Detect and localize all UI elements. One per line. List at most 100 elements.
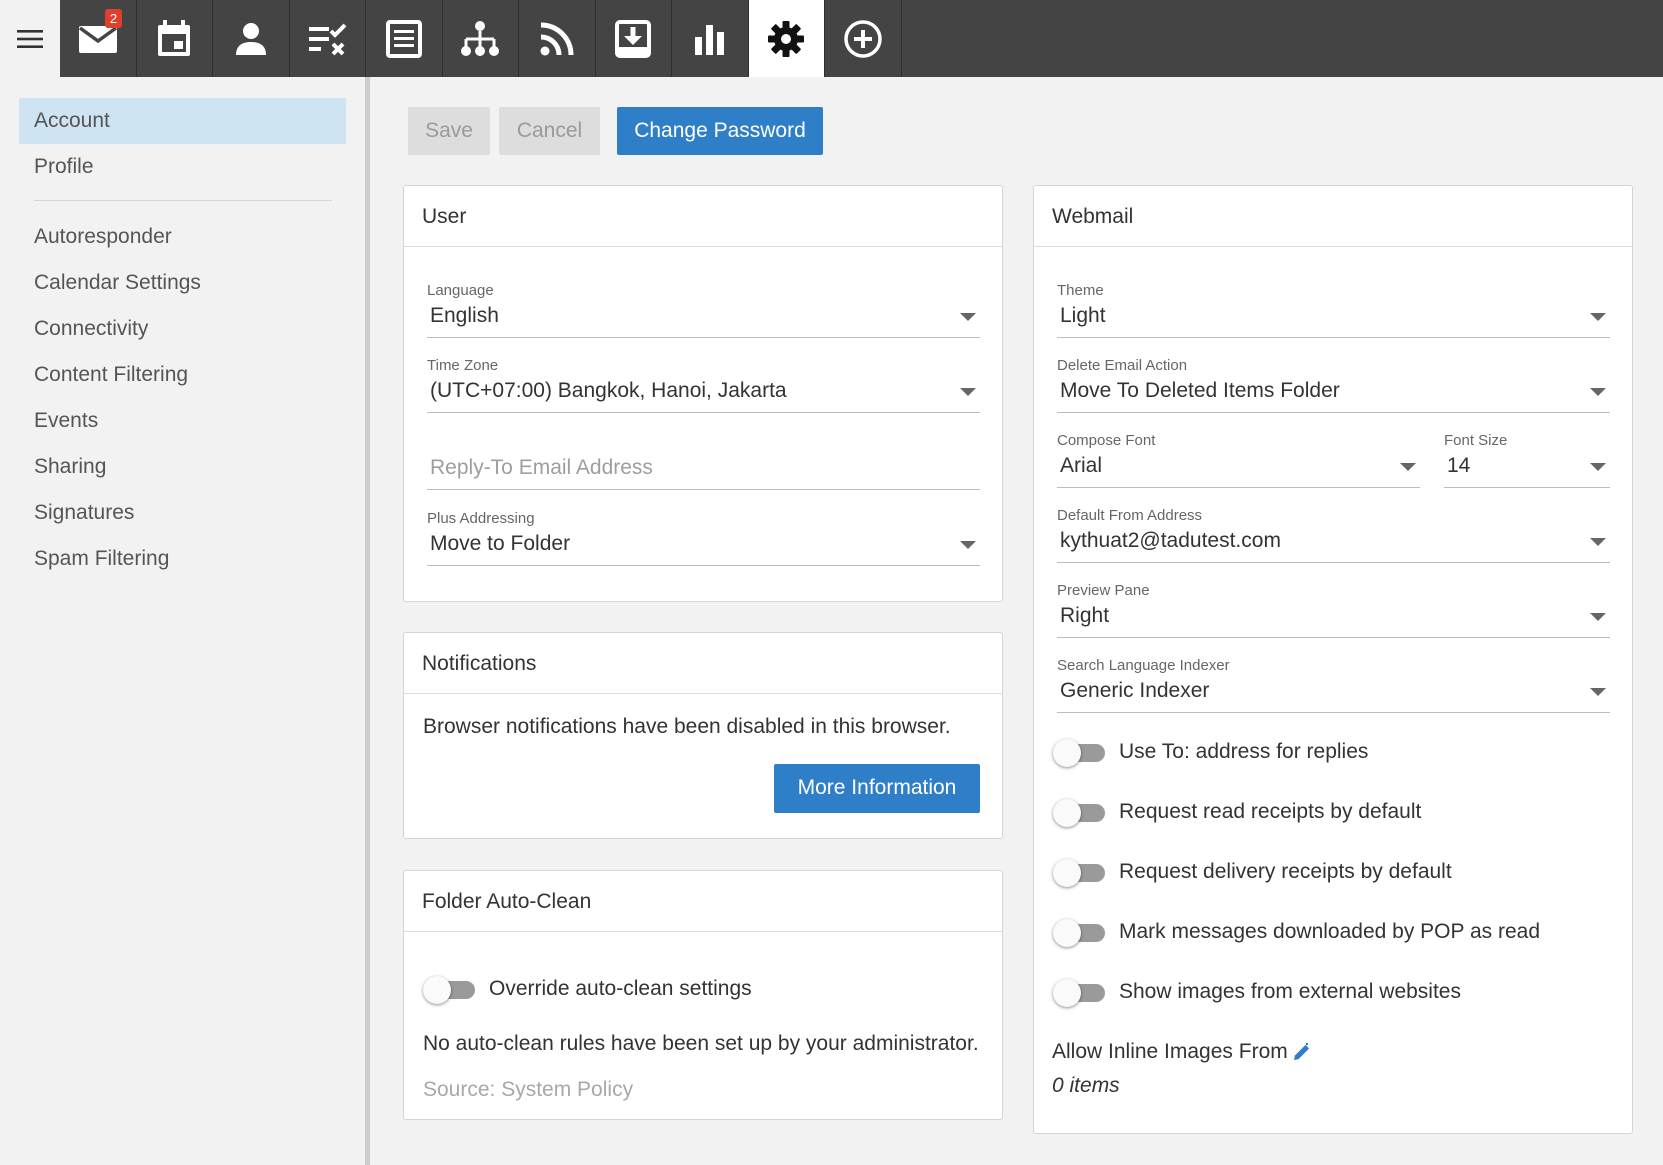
default-from-label: Default From Address [1057, 507, 1203, 524]
timezone-select[interactable]: Time Zone (UTC+07:00) Bangkok, Hanoi, Ja… [427, 357, 980, 413]
user-card-title: User [404, 186, 1002, 247]
sidebar-item-account[interactable]: Account [19, 98, 346, 144]
chevron-down-icon [1590, 463, 1606, 471]
save-button[interactable]: Save [408, 107, 490, 155]
sidebar-item-spam-filtering[interactable]: Spam Filtering [19, 536, 346, 582]
user-card: User Language English Time Zone (UTC+07:… [403, 185, 1003, 602]
reply-to-input[interactable]: Reply-To Email Address [427, 441, 980, 490]
nav-add[interactable] [825, 0, 902, 77]
top-nav-bar: 2 [0, 0, 1663, 77]
sidebar-item-events[interactable]: Events [19, 398, 346, 444]
folder-autoclean-card: Folder Auto-Clean Override auto-clean se… [403, 870, 1003, 1120]
use-to-address-toggle[interactable] [1053, 739, 1105, 767]
sitemap-icon [461, 20, 500, 56]
autoclean-message: No auto-clean rules have been set up by … [423, 1032, 979, 1055]
external-images-toggle[interactable] [1053, 979, 1105, 1007]
rss-icon [540, 22, 574, 55]
chart-icon [694, 24, 724, 55]
chevron-down-icon [1590, 313, 1606, 321]
plus-addressing-select[interactable]: Plus Addressing Move to Folder [427, 510, 980, 566]
font-size-value: 14 [1447, 454, 1471, 477]
search-indexer-select[interactable]: Search Language Indexer Generic Indexer [1057, 657, 1610, 713]
read-receipts-label: Request read receipts by default [1119, 800, 1422, 823]
timezone-label: Time Zone [427, 357, 499, 374]
override-autoclean-label: Override auto-clean settings [489, 977, 752, 1000]
sidebar-item-profile[interactable]: Profile [19, 144, 346, 190]
chevron-down-icon [1400, 463, 1416, 471]
font-size-select[interactable]: Font Size 14 [1444, 432, 1610, 488]
language-value: English [430, 304, 499, 327]
nav-download[interactable] [596, 0, 672, 77]
plus-addressing-value: Move to Folder [430, 532, 571, 555]
read-receipts-toggle[interactable] [1053, 799, 1105, 827]
calendar-icon [158, 19, 191, 56]
sidebar-splitter[interactable] [365, 77, 370, 1165]
delete-action-select[interactable]: Delete Email Action Move To Deleted Item… [1057, 357, 1610, 413]
contact-icon [235, 22, 266, 55]
preview-pane-select[interactable]: Preview Pane Right [1057, 582, 1610, 638]
theme-value: Light [1060, 304, 1106, 327]
nav-reports[interactable] [672, 0, 749, 77]
download-icon [615, 19, 652, 58]
notifications-card: Notifications Browser notifications have… [403, 632, 1003, 839]
sidebar-item-autoresponder[interactable]: Autoresponder [19, 214, 346, 260]
override-autoclean-toggle[interactable] [423, 976, 475, 1004]
delivery-receipts-toggle[interactable] [1053, 859, 1105, 887]
cancel-button[interactable]: Cancel [499, 107, 600, 155]
chevron-down-icon [1590, 613, 1606, 621]
menu-icon[interactable] [0, 0, 60, 77]
sidebar-item-content-filtering[interactable]: Content Filtering [19, 352, 346, 398]
search-indexer-label: Search Language Indexer [1057, 657, 1230, 674]
compose-font-select[interactable]: Compose Font Arial [1057, 432, 1420, 488]
reply-to-placeholder: Reply-To Email Address [430, 456, 653, 479]
inline-images-count: 0 items [1052, 1074, 1120, 1097]
more-information-button[interactable]: More Information [774, 764, 980, 813]
pop-mark-read-label: Mark messages downloaded by POP as read [1119, 920, 1541, 943]
chevron-down-icon [1590, 688, 1606, 696]
language-label: Language [427, 282, 494, 299]
change-password-button[interactable]: Change Password [617, 107, 823, 155]
nav-tasks[interactable] [290, 0, 366, 77]
chevron-down-icon [960, 388, 976, 396]
chevron-down-icon [960, 313, 976, 321]
language-select[interactable]: Language English [427, 282, 980, 338]
default-from-select[interactable]: Default From Address kythuat2@tadutest.c… [1057, 507, 1610, 563]
delete-action-value: Move To Deleted Items Folder [1060, 379, 1340, 402]
sidebar-item-sharing[interactable]: Sharing [19, 444, 346, 490]
use-to-address-label: Use To: address for replies [1119, 740, 1369, 763]
autoclean-source: Source: System Policy [423, 1078, 634, 1101]
notifications-message: Browser notifications have been disabled… [423, 715, 951, 738]
external-images-label: Show images from external websites [1119, 980, 1461, 1003]
nav-calendar[interactable] [137, 0, 213, 77]
delivery-receipts-label: Request delivery receipts by default [1119, 860, 1452, 883]
theme-select[interactable]: Theme Light [1057, 282, 1610, 338]
chevron-down-icon [1590, 538, 1606, 546]
sidebar-item-connectivity[interactable]: Connectivity [19, 306, 346, 352]
nav-settings[interactable] [748, 0, 825, 77]
sidebar-item-signatures[interactable]: Signatures [19, 490, 346, 536]
pop-mark-read-toggle[interactable] [1053, 919, 1105, 947]
chevron-down-icon [960, 541, 976, 549]
add-circle-icon [844, 19, 882, 58]
compose-font-value: Arial [1060, 454, 1103, 477]
theme-label: Theme [1057, 282, 1104, 299]
nav-sitemap[interactable] [443, 0, 519, 77]
compose-font-label: Compose Font [1057, 432, 1156, 449]
plus-addressing-label: Plus Addressing [427, 510, 535, 527]
notes-icon [385, 19, 422, 58]
nav-rss[interactable] [519, 0, 596, 77]
sidebar-item-calendar-settings[interactable]: Calendar Settings [19, 260, 346, 306]
nav-mail[interactable]: 2 [60, 0, 137, 77]
timezone-value: (UTC+07:00) Bangkok, Hanoi, Jakarta [430, 379, 787, 402]
nav-contacts[interactable] [213, 0, 290, 77]
default-from-value: kythuat2@tadutest.com [1060, 529, 1281, 552]
unread-badge: 2 [105, 9, 122, 28]
inline-images-label: Allow Inline Images From [1052, 1040, 1288, 1063]
tasks-icon [309, 23, 347, 55]
font-size-label: Font Size [1444, 432, 1508, 449]
edit-pencil-icon[interactable] [1292, 1042, 1312, 1062]
webmail-card-title: Webmail [1034, 186, 1632, 247]
chevron-down-icon [1590, 388, 1606, 396]
nav-notes[interactable] [366, 0, 443, 77]
search-indexer-value: Generic Indexer [1060, 679, 1210, 702]
